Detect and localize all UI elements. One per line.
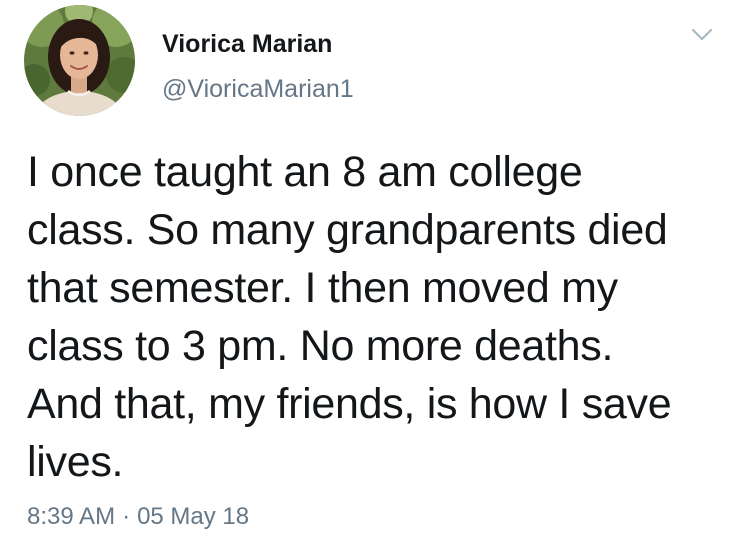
separator-dot: ·: [122, 503, 131, 530]
tweet-text-line: that semester. I then moved my: [27, 264, 618, 312]
tweet-timestamp[interactable]: 8:39 AM · 05 May 18: [27, 502, 249, 532]
tweet-text-line: class. So many grandparents died: [27, 206, 668, 254]
tweet-text-line: And that, my friends, is how I save: [27, 380, 672, 428]
avatar[interactable]: [24, 5, 135, 116]
profile-photo-icon: [24, 5, 135, 116]
display-name[interactable]: Viorica Marian: [162, 29, 332, 59]
user-handle[interactable]: @VioricaMarian1: [162, 74, 354, 104]
tweet-text: I once taught an 8 am college class. So …: [27, 143, 722, 491]
chevron-down-icon[interactable]: [688, 25, 716, 45]
tweet-text-line: lives.: [27, 438, 124, 486]
tweet-card: Viorica Marian @VioricaMarian1 I once ta…: [0, 0, 736, 553]
tweet-text-line: class to 3 pm. No more deaths.: [27, 322, 614, 370]
tweet-text-line: I once taught an 8 am college: [27, 148, 583, 196]
tweet-date: 05 May 18: [137, 503, 250, 530]
tweet-time: 8:39 AM: [27, 503, 116, 530]
